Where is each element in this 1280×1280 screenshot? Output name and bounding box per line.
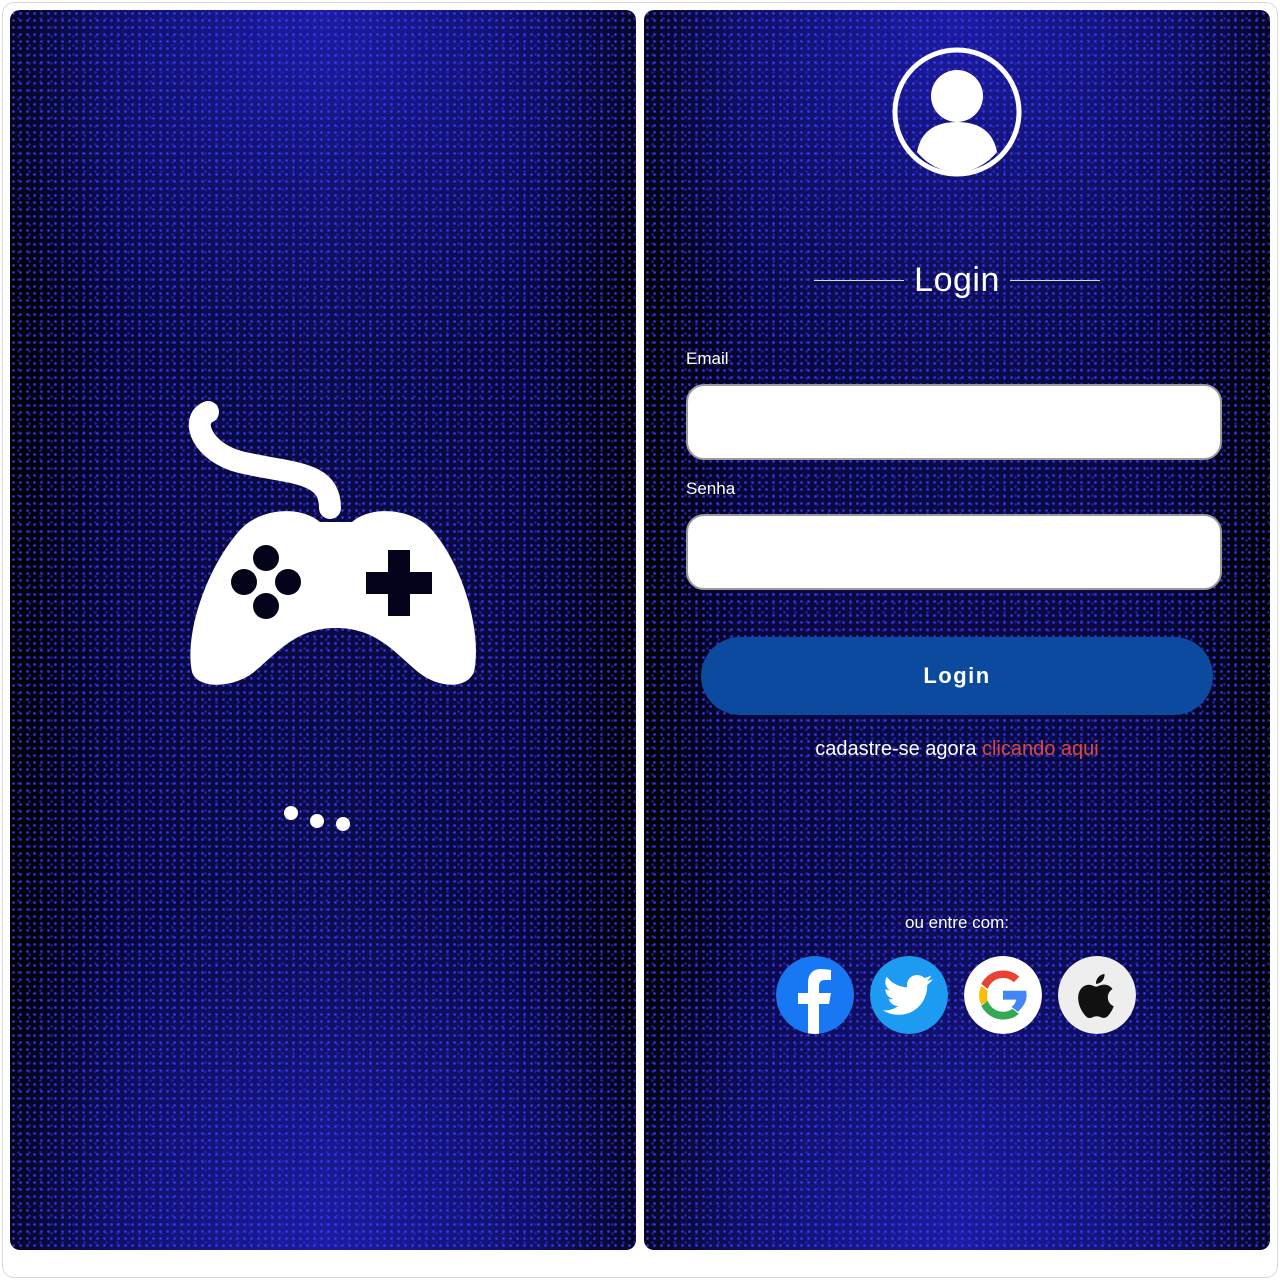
heading-divider-right [1009, 279, 1101, 281]
google-login-button[interactable] [964, 956, 1042, 1034]
register-link[interactable]: clicando aqui [982, 738, 1099, 760]
loading-dots-icon [280, 800, 360, 840]
password-field[interactable] [686, 514, 1222, 590]
page-title: Login [914, 260, 1000, 299]
social-login-row [776, 956, 1138, 1036]
twitter-icon [870, 956, 948, 1034]
email-label: Email [686, 349, 729, 368]
login-heading: Login [814, 250, 1101, 310]
google-icon [964, 956, 1042, 1034]
loading-dot [336, 817, 350, 831]
register-text: cadastre-se agora [815, 738, 977, 760]
loading-dot [284, 806, 298, 820]
register-prompt: cadastre-se agora clicando aqui [644, 738, 1270, 761]
facebook-icon [776, 956, 854, 1034]
apple-icon [1058, 956, 1136, 1034]
login-button[interactable]: Login [701, 637, 1213, 715]
heading-divider-left [814, 279, 905, 281]
apple-login-button[interactable] [1058, 956, 1136, 1034]
loading-dot [310, 814, 324, 828]
user-avatar-icon [892, 47, 1022, 177]
email-field[interactable] [686, 384, 1222, 460]
twitter-login-button[interactable] [870, 956, 948, 1034]
facebook-login-button[interactable] [776, 956, 854, 1034]
splash-screen [10, 10, 636, 1250]
alt-login-text: ou entre com: [905, 913, 1009, 932]
gamepad-icon [188, 401, 476, 685]
login-screen: Login Email Senha Login cadastre-se agor… [644, 10, 1270, 1250]
password-label: Senha [686, 479, 736, 498]
